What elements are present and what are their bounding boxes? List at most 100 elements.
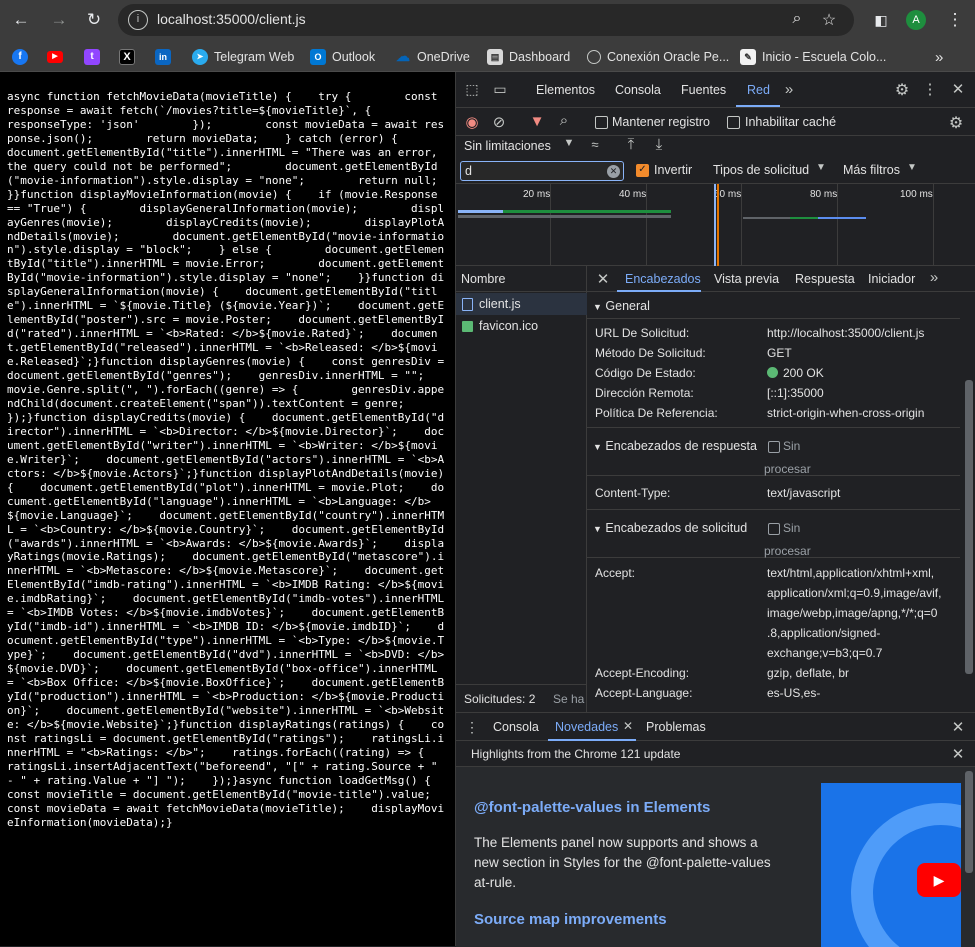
bookmark-onedrive[interactable]: ☁ OneDrive [395,48,470,66]
tab-fuentes[interactable]: Fuentes [681,83,726,97]
tab-vista-previa[interactable]: Vista previa [714,272,779,286]
close-devtools-icon[interactable]: ✕ [948,80,968,98]
response-headers-header[interactable]: ▼ Encabezados de respuesta [593,439,757,453]
tab-respuesta[interactable]: Respuesta [795,272,855,286]
device-toolbar-icon[interactable]: ▭ [490,81,510,98]
timeline-bar-queue [458,215,671,218]
bookmark-linkedin[interactable]: in [155,48,171,66]
header-key: Accept-Encoding: [595,666,690,680]
raw-headers-checkbox[interactable] [768,441,780,453]
invert-checkbox[interactable]: ✓ [636,164,649,177]
network-overview-timeline[interactable]: 20 ms 40 ms 60 ms 80 ms 100 ms [456,184,975,266]
timeline-bar-third [818,217,866,219]
video-thumbnail[interactable]: ▶ [821,783,961,947]
forward-arrow-icon[interactable]: → [48,9,70,31]
dashboard-icon: ▤ [487,49,503,65]
bookmark-telegram[interactable]: ➤ Telegram Web [192,48,294,66]
whats-new-content: @font-palette-values in Elements The Ele… [456,767,975,947]
chevron-down-icon[interactable]: ▼ [811,162,831,173]
tab-consola[interactable]: Consola [615,83,661,97]
drawer-tab-consola[interactable]: Consola [493,720,539,734]
close-drawer-icon[interactable]: ✕ [948,718,968,736]
drawer-tab-problemas[interactable]: Problemas [646,720,706,734]
image-file-icon [462,320,473,332]
request-count: Solicitudes: 2 [464,692,536,706]
bookmark-youtube[interactable]: ▶ [47,48,63,66]
zoom-search-icon[interactable]: ⌕ [787,10,807,28]
bookmark-outlook[interactable]: O Outlook [310,48,375,66]
timeline-tick-label: 80 ms [810,189,838,200]
bookmark-twitch[interactable]: t [84,48,100,66]
filter-funnel-icon[interactable]: ▼ [527,113,547,130]
general-section-header[interactable]: ▼ General [593,299,650,313]
tab-iniciador[interactable]: Iniciador [868,272,915,286]
settings-gear-icon[interactable]: ⚙ [892,80,912,100]
chevron-down-icon[interactable]: ▼ [559,137,579,149]
accept-value: image/webp,image/apng,*/*;q=0 [767,606,938,620]
clear-filter-icon[interactable]: ✕ [607,165,620,178]
more-bookmarks-chevron-icon[interactable]: » [935,48,943,66]
dom-content-loaded-marker [714,184,716,266]
url-text: localhost:35000/client.js [157,11,306,27]
tab-red[interactable]: Red [747,83,770,97]
chevron-down-icon[interactable]: ▼ [902,162,922,173]
tab-elementos[interactable]: Elementos [536,83,595,97]
inspect-element-icon[interactable]: ⬚ [462,81,482,98]
request-method-value: GET [767,346,792,360]
detail-scrollbar[interactable] [965,380,973,674]
disable-cache-checkbox[interactable] [727,116,740,129]
whats-new-scrollbar[interactable] [965,771,973,873]
menu-kebab-icon[interactable]: ⋮ [944,9,966,31]
request-headers-header[interactable]: ▼ Encabezados de solicitud [593,521,747,535]
request-types-dropdown[interactable]: Tipos de solicitud [713,163,809,177]
clear-icon[interactable]: ⊘ [489,113,509,131]
back-arrow-icon[interactable]: ← [10,9,32,31]
status-ok-dot-icon [767,367,778,378]
feature-title-link[interactable]: Source map improvements [474,911,667,928]
devtools-drawer: ⋮ Consola Novedades ✕ Problemas ✕ Highli… [456,712,975,947]
bookmark-x[interactable]: X [119,48,135,66]
raw-headers-checkbox[interactable] [768,523,780,535]
record-stop-icon[interactable]: ◉ [462,113,482,131]
more-tabs-chevron-icon[interactable]: » [924,269,944,286]
tab-encabezados[interactable]: Encabezados [625,272,701,286]
filter-input[interactable]: d ✕ [460,161,624,181]
feature-title-link[interactable]: @font-palette-values in Elements [474,799,710,816]
devtools-menu-icon[interactable]: ⋮ [920,80,940,98]
search-icon[interactable]: ⌕ [554,112,574,129]
drawer-menu-icon[interactable]: ⋮ [462,719,482,736]
close-highlights-icon[interactable]: ✕ [948,745,968,763]
bookmark-star-icon[interactable]: ☆ [819,10,839,30]
request-row-favicon[interactable]: favicon.ico [456,315,587,337]
timeline-tick-label: 20 ms [523,189,551,200]
network-conditions-wifi-icon[interactable]: ≈ [585,137,605,152]
reload-icon[interactable]: ↻ [83,9,105,31]
request-headers-list: Accept: text/html,application/xhtml+xml,… [587,558,960,700]
more-filters-dropdown[interactable]: Más filtros [843,163,900,177]
request-row-client-js[interactable]: client.js [456,293,587,315]
network-settings-gear-icon[interactable]: ⚙ [946,113,966,133]
x-icon: X [119,49,135,65]
import-har-icon[interactable]: ⤒ [621,136,641,153]
more-tabs-chevron-icon[interactable]: » [779,81,799,98]
content-type-row: Content-Type: text/javascript [587,476,960,510]
avatar[interactable]: A [906,10,926,30]
site-info-icon[interactable]: i [128,10,148,30]
referrer-policy-value: strict-origin-when-cross-origin [767,406,925,420]
accept-value: .8,application/signed- [767,626,881,640]
bookmark-dashboard[interactable]: ▤ Dashboard [487,48,570,66]
side-panel-icon[interactable]: ◧ [870,9,892,31]
name-column-header[interactable]: Nombre [456,266,587,292]
bookmark-escuela[interactable]: ✎ Inicio - Escuela Colo... [740,48,886,66]
header-key: Método De Solicitud: [595,346,706,360]
drawer-tab-novedades[interactable]: Novedades [555,720,618,734]
bookmark-facebook[interactable]: f [12,48,28,66]
preserve-log-checkbox[interactable] [595,116,608,129]
throttling-select[interactable]: Sin limitaciones [464,139,551,153]
close-tab-icon[interactable]: ✕ [618,719,638,733]
close-detail-icon[interactable]: ✕ [593,270,613,288]
address-bar[interactable]: i localhost:35000/client.js ⌕ ☆ [118,4,854,36]
export-har-icon[interactable]: ⤓ [649,136,669,153]
script-file-icon [462,297,473,311]
bookmark-oracle[interactable]: Conexión Oracle Pe... [587,48,729,66]
